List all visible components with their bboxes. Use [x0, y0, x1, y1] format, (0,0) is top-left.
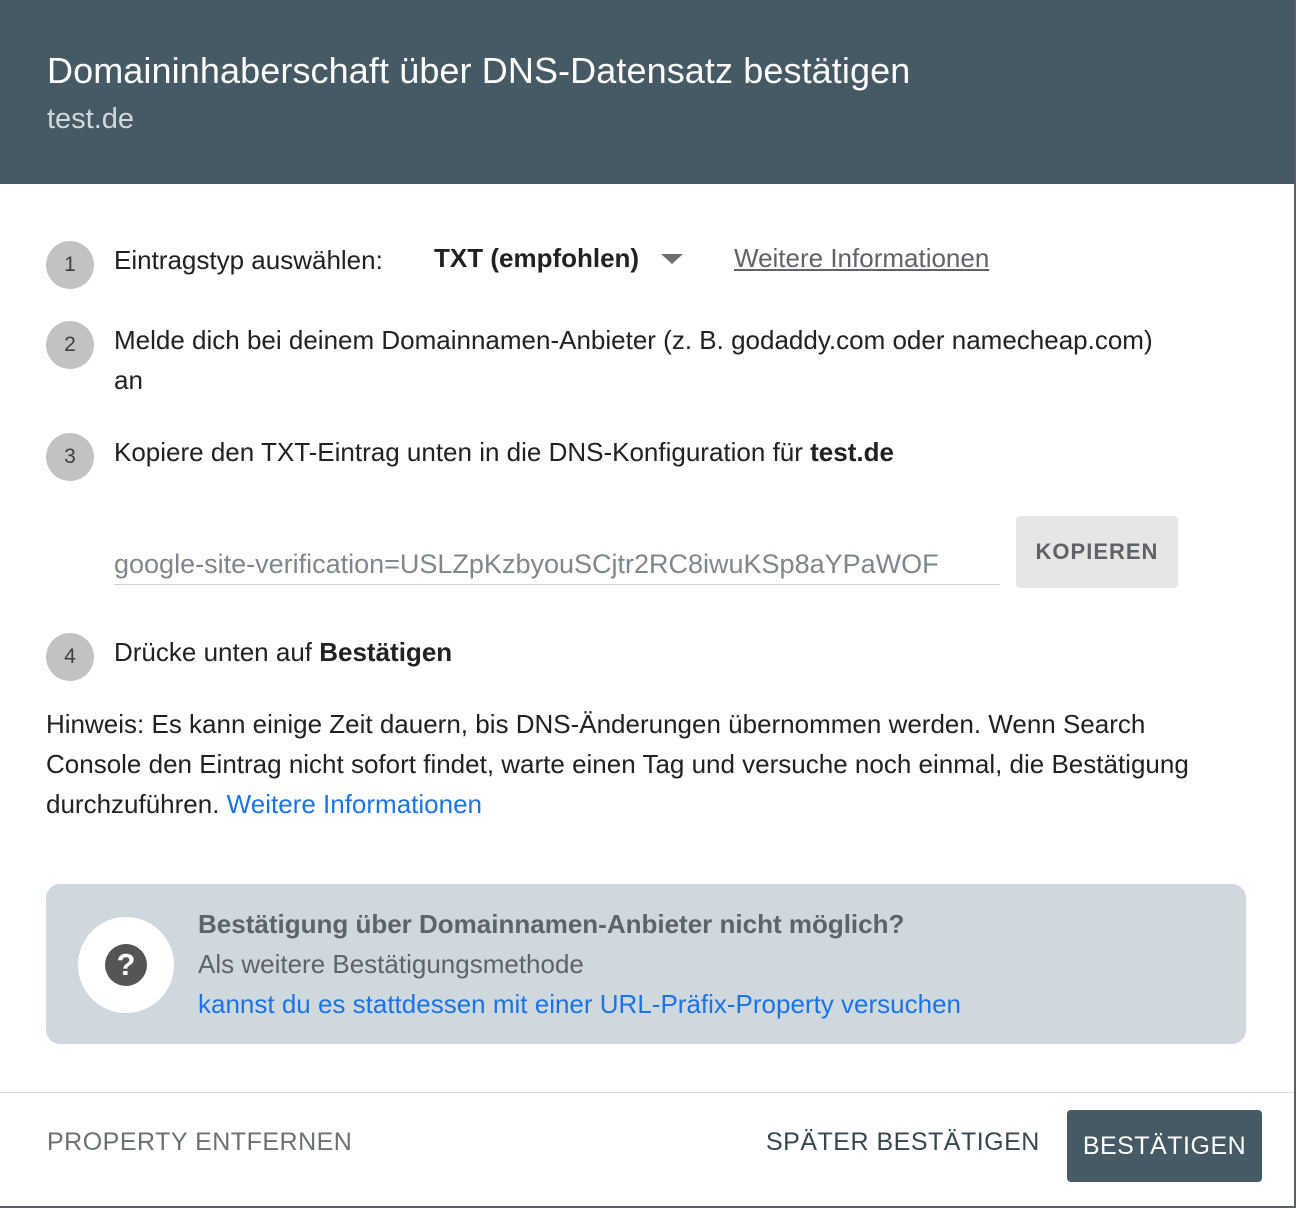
help-icon-container: ?: [78, 917, 174, 1013]
dialog-subtitle-domain: test.de: [47, 103, 135, 135]
verify-button[interactable]: BESTÄTIGEN: [1067, 1110, 1262, 1182]
verify-later-button[interactable]: SPÄTER BESTÄTIGEN: [766, 1128, 1040, 1157]
step-number-1: 1: [46, 241, 94, 289]
step-4-text: Drücke unten auf Bestätigen: [114, 632, 452, 672]
step-3-label: Kopiere den TXT-Eintrag unten in die DNS…: [114, 437, 811, 467]
step-2-text-line2: an: [114, 365, 143, 395]
help-icon: ?: [105, 944, 147, 986]
step-4-label: Drücke unten auf: [114, 637, 320, 667]
step-number-4: 4: [46, 633, 94, 681]
step-4-bold: Bestätigen: [319, 637, 453, 667]
step-number-2: 2: [46, 321, 94, 369]
note-more-info-link[interactable]: Weitere Informationen: [227, 789, 482, 819]
footer-divider: [0, 1092, 1294, 1093]
dns-note: Hinweis: Es kann einige Zeit dauern, bis…: [46, 704, 1246, 824]
copy-button[interactable]: KOPIEREN: [1016, 516, 1178, 588]
step-number-3: 3: [46, 433, 94, 481]
remove-property-button[interactable]: PROPERTY ENTFERNEN: [47, 1128, 352, 1157]
alternative-text: Als weitere Bestätigungsmethode: [198, 949, 584, 979]
more-info-link[interactable]: Weitere Informationen: [734, 238, 989, 278]
dialog-title: Domaininhaberschaft über DNS-Datensatz b…: [47, 50, 911, 91]
alternative-title: Bestätigung über Domainnamen-Anbieter ni…: [198, 909, 905, 939]
alternative-method-box: ? Bestätigung über Domainnamen-Anbieter …: [46, 884, 1246, 1044]
step-2-text-line1: Melde dich bei deinem Domainnamen-Anbiet…: [114, 325, 1153, 355]
verify-domain-dialog: Domaininhaberschaft über DNS-Datensatz b…: [0, 0, 1296, 1208]
step-3-text: Kopiere den TXT-Eintrag unten in die DNS…: [114, 432, 894, 472]
dialog-header: Domaininhaberschaft über DNS-Datensatz b…: [0, 0, 1294, 184]
txt-record-field[interactable]: [114, 544, 1000, 585]
chevron-down-icon[interactable]: [661, 254, 683, 264]
url-prefix-property-link[interactable]: kannst du es stattdessen mit einer URL-P…: [198, 984, 961, 1024]
record-type-select[interactable]: TXT (empfohlen): [434, 238, 639, 278]
step-1-label: Eintragstyp auswählen:: [114, 245, 383, 275]
step-3-domain: test.de: [810, 437, 894, 467]
dns-note-text: Hinweis: Es kann einige Zeit dauern, bis…: [46, 709, 1189, 819]
